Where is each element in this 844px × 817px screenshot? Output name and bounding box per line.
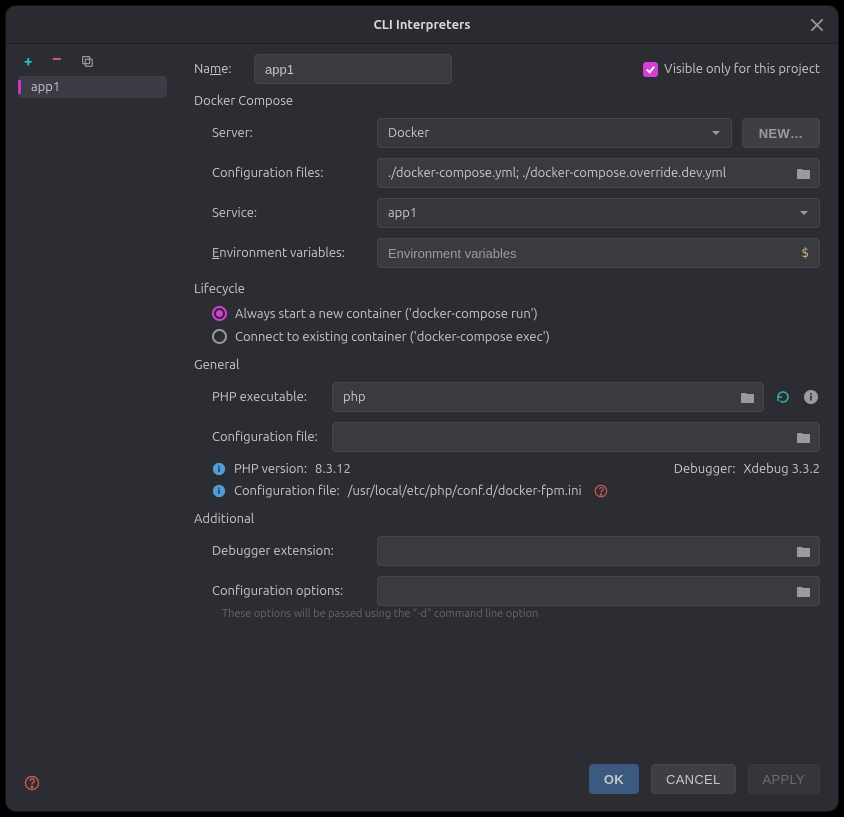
folder-icon[interactable] [739,388,757,406]
titlebar: CLI Interpreters [6,6,838,44]
php-exe-value: php [343,390,731,404]
cfg-opts-hint: These options will be passed using the "… [222,608,820,620]
env-input[interactable] [388,240,789,266]
help-icon[interactable] [24,775,40,791]
dollar-icon[interactable]: $ [797,246,813,261]
info-icon [212,462,226,476]
php-exe-label: PHP executable: [212,390,322,404]
lifecycle-exec-label: Connect to existing container ('docker-c… [235,330,550,344]
folder-icon[interactable] [795,542,813,560]
info-icon [212,484,226,498]
debugger-value: Xdebug 3.3.2 [743,462,820,476]
server-value: Docker [388,126,429,140]
cfg-file-label: Configuration file: [212,430,322,444]
lifecycle-exec-radio[interactable]: Connect to existing container ('docker-c… [212,329,820,344]
copy-icon[interactable] [80,54,94,68]
visible-only-checkbox[interactable]: Visible only for this project [643,62,820,77]
env-field[interactable]: $ [377,238,820,268]
server-label: Server: [212,126,367,140]
docker-compose-section: Docker Compose [194,94,820,108]
service-label: Service: [212,206,367,220]
folder-icon[interactable] [795,428,813,446]
info-icon[interactable] [802,388,820,406]
service-select[interactable]: app1 [377,198,820,228]
server-select[interactable]: Docker [377,118,732,148]
warning-icon[interactable] [594,484,608,498]
name-input[interactable] [254,54,452,84]
config-files-field[interactable]: ./docker-compose.yml; ./docker-compose.o… [377,158,820,188]
chevron-down-icon [799,208,809,218]
dbg-ext-field[interactable] [377,536,820,566]
new-server-button[interactable]: NEW… [742,118,820,148]
general-section: General [194,358,820,372]
cfg-opts-field[interactable] [377,576,820,606]
php-exe-field[interactable]: php [332,382,764,412]
ini-value: /usr/local/etc/php/conf.d/docker-fpm.ini [348,484,582,498]
service-value: app1 [388,206,417,220]
folder-icon[interactable] [795,164,813,182]
php-version-value: 8.3.12 [315,462,351,476]
additional-section: Additional [194,512,820,526]
edit-icon[interactable] [795,582,813,600]
ok-button[interactable]: OK [589,764,639,794]
radio-icon [212,329,227,344]
list-item[interactable]: app1 [18,76,167,98]
config-files-value: ./docker-compose.yml; ./docker-compose.o… [388,166,787,180]
check-icon [643,62,658,77]
cfg-file-field[interactable] [332,422,820,452]
window-title: CLI Interpreters [373,18,470,32]
remove-icon[interactable]: − [52,54,66,68]
radio-icon [212,306,227,321]
refresh-icon[interactable] [774,388,792,406]
ini-label: Configuration file: [234,484,340,498]
dbg-ext-label: Debugger extension: [212,544,367,558]
lifecycle-run-label: Always start a new container ('docker-co… [235,307,538,321]
config-files-label: Configuration files: [212,166,367,180]
list-item-label: app1 [31,80,60,94]
env-label: Environment variables: [212,246,367,260]
lifecycle-run-radio[interactable]: Always start a new container ('docker-co… [212,306,820,321]
debugger-label: Debugger: [674,462,736,476]
lifecycle-section: Lifecycle [194,282,820,296]
cfg-opts-label: Configuration options: [212,584,367,598]
add-icon[interactable]: + [24,54,38,68]
main-panel: Name: Visible only for this project Dock… [176,44,838,761]
chevron-down-icon [711,128,721,138]
apply-button[interactable]: APPLY [748,764,820,794]
selection-bar [18,80,21,94]
visible-only-label: Visible only for this project [664,62,820,76]
interpreter-list-panel: + − app1 [6,44,176,761]
close-icon[interactable] [808,16,826,34]
php-version-label: PHP version: [234,462,307,476]
name-label: Name: [194,62,244,76]
cancel-button[interactable]: CANCEL [651,764,736,794]
